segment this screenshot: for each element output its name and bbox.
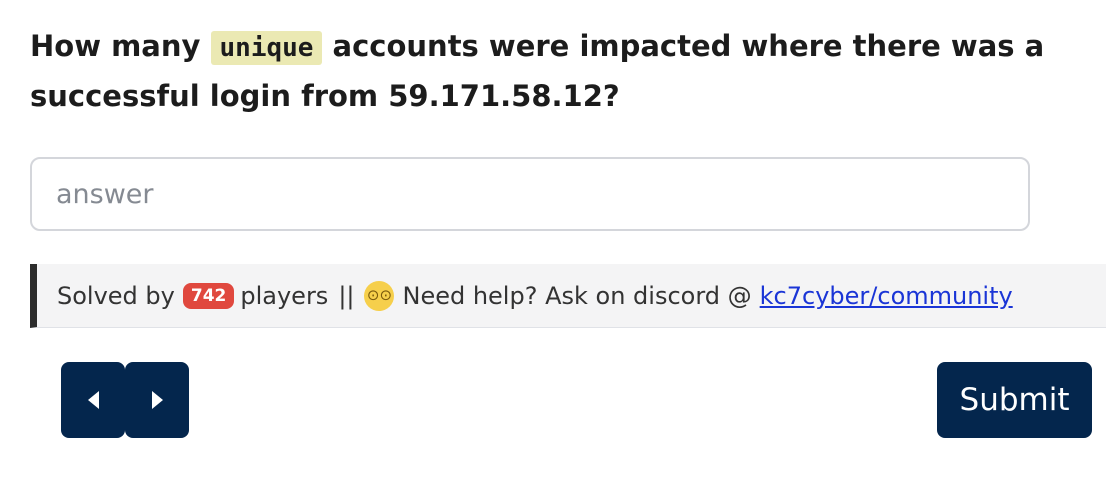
submit-button[interactable]: Submit <box>937 362 1092 438</box>
question-text: How many unique accounts were impacted w… <box>30 22 1080 120</box>
woozy-face-icon: ⊙⊙ <box>364 280 395 311</box>
answer-input[interactable] <box>30 157 1030 231</box>
solved-prefix: Solved by <box>57 281 175 310</box>
discord-link[interactable]: kc7cyber/community <box>760 282 1013 310</box>
question-highlight: unique <box>210 31 323 65</box>
question-prefix: How many <box>30 29 211 63</box>
help-text: Need help? Ask on discord @ <box>402 281 752 310</box>
previous-question-button[interactable] <box>61 362 125 438</box>
solved-count-badge: 742 <box>182 282 235 309</box>
next-question-button[interactable] <box>125 362 189 438</box>
caret-right-icon <box>151 391 163 409</box>
solved-suffix: players <box>240 281 329 310</box>
separator: || <box>338 281 355 310</box>
info-bar: Solved by 742 players || ⊙⊙ Need help? A… <box>30 264 1106 328</box>
caret-left-icon <box>87 391 99 409</box>
